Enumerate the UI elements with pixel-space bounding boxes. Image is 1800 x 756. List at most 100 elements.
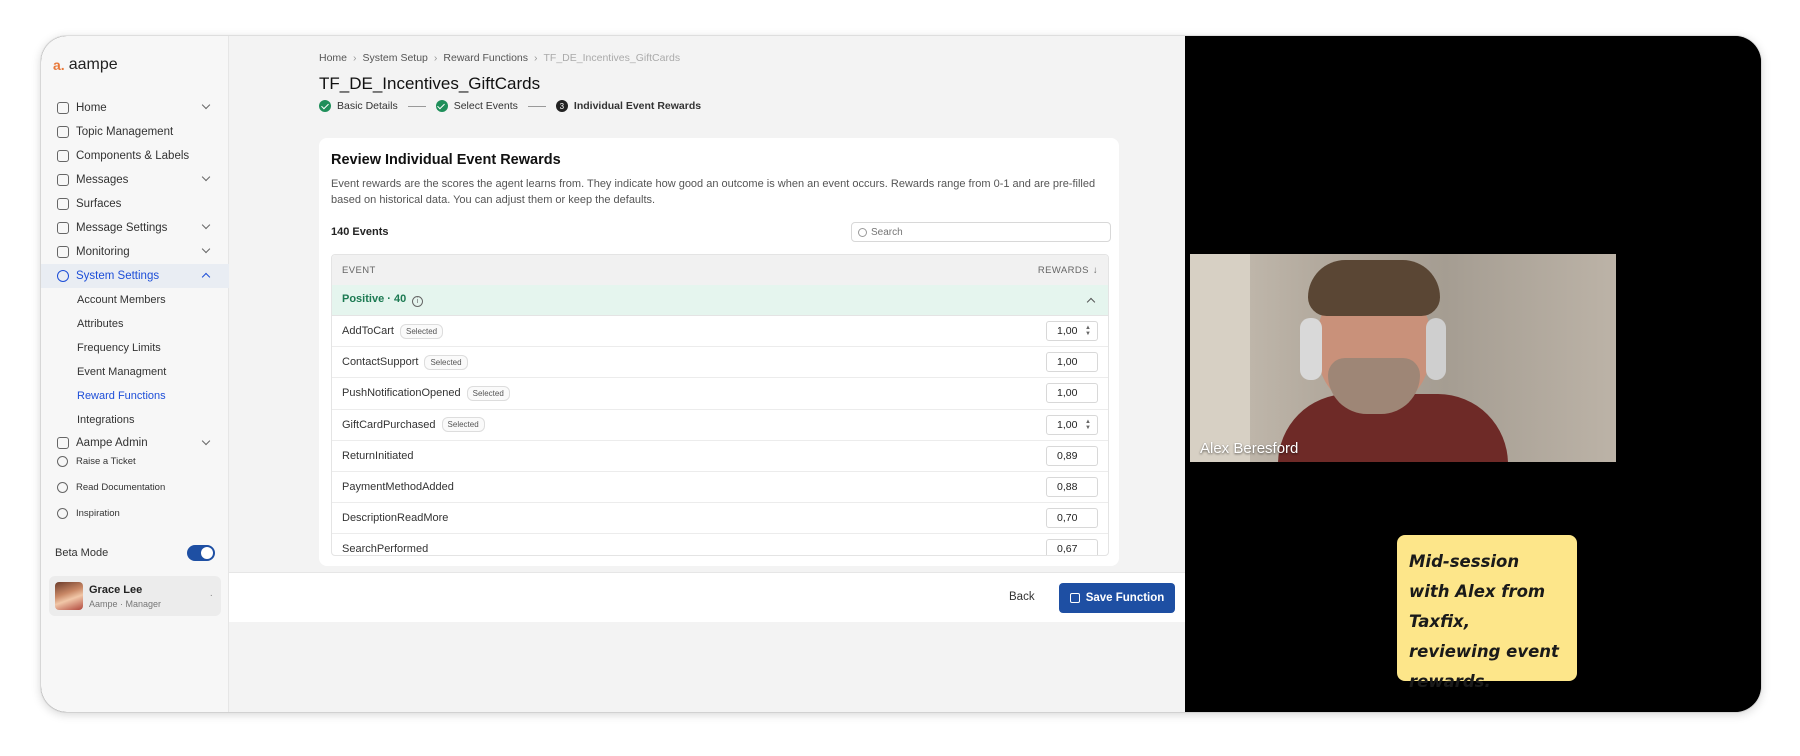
user-role: Aampe · Manager [89,599,162,609]
sidebar: a. aampe Home Topic Management Component… [41,36,229,712]
reward-value: 0,89 [1057,449,1078,462]
sidebar-item-system-settings[interactable]: System Settings [41,264,229,288]
reward-value: 1,00 [1057,356,1078,369]
event-name: SearchPerformed [342,543,429,556]
selected-badge: Selected [466,385,510,401]
participant-name: Alex Beresford [1200,440,1299,457]
sidebar-subitem-event-managment[interactable]: Event Managment [41,360,229,384]
stepper-arrows-icon[interactable]: ▲ ▼ [1085,325,1091,337]
table-row: ReturnInitiated 0,89 [332,441,1108,472]
sidebar-item-label: Inspiration [76,507,120,519]
ticket-icon [57,455,68,467]
step-individual-event-rewards[interactable]: Individual Event Rewards [574,100,701,112]
row-event-cell: GiftCardPurchased Selected [342,417,485,433]
sidebar-item-label: Surfaces [76,198,122,210]
screen-frame: a. aampe Home Topic Management Component… [41,36,1761,712]
sidebar-item-topic-management[interactable]: Topic Management [41,120,229,144]
reward-input[interactable]: 0,89 [1046,445,1098,466]
search-icon [858,227,867,237]
reward-input[interactable]: 0,88 [1046,477,1098,498]
column-header-rewards[interactable]: REWARDS ↓ [1038,265,1098,276]
table-row: PaymentMethodAdded 0,88 [332,472,1108,504]
event-name: AddToCart [342,325,394,338]
sidebar-read-documentation[interactable]: Read Documentation [41,474,229,500]
search-input[interactable] [871,226,1091,238]
breadcrumb: Home › System Setup › Reward Functions ›… [319,52,680,64]
sidebar-item-monitoring[interactable]: Monitoring [41,240,229,264]
event-name: GiftCardPurchased [342,418,436,431]
back-button[interactable]: Back [1009,591,1035,603]
help-icon [57,481,68,493]
row-event-cell: SearchPerformed [342,543,428,555]
stepper-arrows-icon[interactable]: ▲ ▼ [1085,419,1091,431]
events-count: 140 Events [331,226,389,238]
chevron-down-icon [201,172,211,182]
logo[interactable]: a. aampe [53,56,118,74]
search-box[interactable] [851,222,1111,242]
table-row: AddToCart Selected 1,00 ▲ ▼ [332,316,1108,348]
chevron-up-icon[interactable] [1086,297,1096,306]
group-positive[interactable]: Positive · 40 i [332,285,1108,316]
save-icon [1069,593,1080,603]
table-row: PushNotificationOpened Selected 1,00 [332,378,1108,410]
row-event-cell: ContactSupport Selected [342,354,468,370]
chart-icon [57,246,69,258]
reward-input[interactable]: 1,00 ▲ ▼ [1046,321,1098,342]
video-hair [1308,260,1440,316]
reward-input[interactable]: 1,00 [1046,383,1098,404]
group-label-wrap: Positive · 40 i [342,293,424,307]
sidebar-item-aampe-admin[interactable]: Aampe Admin [41,432,229,454]
user-card[interactable]: Grace Lee Aampe · Manager · [49,576,221,616]
arrow-down-icon: ↓ [1092,264,1098,276]
sidebar-item-label: Home [76,102,107,114]
breadcrumb-home[interactable]: Home [319,52,347,64]
breadcrumb-reward-functions[interactable]: Reward Functions [443,52,528,64]
beta-mode-toggle[interactable] [187,545,215,561]
sidebar-item-messages[interactable]: Messages [41,168,229,192]
sidebar-raise-ticket[interactable]: Raise a Ticket [41,454,229,468]
sidebar-subitem-integrations[interactable]: Integrations [41,408,229,432]
sidebar-inspiration[interactable]: Inspiration [41,500,229,526]
sidebar-item-message-settings[interactable]: Message Settings [41,216,229,240]
event-name: PaymentMethodAdded [342,481,454,494]
sidebar-item-surfaces[interactable]: Surfaces [41,192,229,216]
table-row: ContactSupport Selected 1,00 [332,347,1108,379]
info-icon[interactable]: i [412,296,424,307]
row-event-cell: AddToCart Selected [342,323,444,339]
breadcrumb-system-setup[interactable]: System Setup [363,52,428,64]
event-name: DescriptionReadMore [342,512,449,525]
step-number-icon: 3 [555,100,568,112]
layout-icon [57,198,69,210]
table-row: SearchPerformed 0,67 [332,534,1108,556]
reward-input[interactable]: 0,70 [1046,508,1098,529]
breadcrumb-separator-icon: › [353,52,357,64]
sidebar-subitem-reward-functions[interactable]: Reward Functions [41,384,229,408]
reward-value: 1,00 [1057,325,1078,338]
step-select-events[interactable]: Select Events [454,100,518,112]
sidebar-item-home[interactable]: Home [41,96,229,120]
chevron-down-icon [201,436,211,446]
reward-value: 0,67 [1057,543,1078,556]
sidebar-item-components-labels[interactable]: Components & Labels [41,144,229,168]
avatar [55,582,83,610]
sidebar-subitem-attributes[interactable]: Attributes [41,312,229,336]
lightbulb-icon [57,507,68,519]
row-event-cell: ReturnInitiated [342,450,414,462]
step-basic-details[interactable]: Basic Details [337,100,398,112]
save-function-button[interactable]: Save Function [1059,583,1175,613]
reward-input[interactable]: 1,00 [1046,352,1098,373]
user-name: Grace Lee [89,584,143,596]
reward-input[interactable]: 0,67 [1046,539,1098,556]
sidebar-subitem-account-members[interactable]: Account Members [41,288,229,312]
event-name: ReturnInitiated [342,449,414,462]
page-title: TF_DE_Incentives_GiftCards [319,74,541,93]
chevron-down-icon [201,244,211,254]
sidebar-item-label: Monitoring [76,246,130,258]
sidebar-subitem-frequency-limits[interactable]: Frequency Limits [41,336,229,360]
message-icon [57,174,69,186]
more-icon[interactable]: · [210,590,213,601]
reward-input[interactable]: 1,00 ▲ ▼ [1046,414,1098,435]
main-content: Home › System Setup › Reward Functions ›… [229,36,1185,712]
group-label: Positive · 40 [342,293,407,305]
sidebar-item-label: Components & Labels [76,150,190,162]
